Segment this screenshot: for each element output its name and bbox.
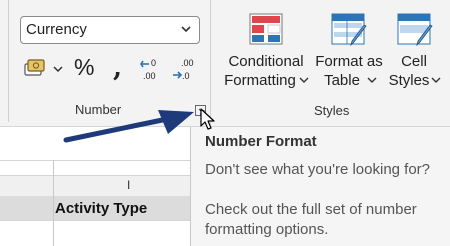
comma-style-button[interactable]: , (113, 53, 122, 83)
group-separator (210, 0, 211, 125)
mouse-cursor-icon (200, 108, 215, 130)
increase-decimal-icon: 0 .00 (140, 58, 156, 81)
tooltip-description-line-1: Check out the full set of number (205, 201, 417, 218)
conditional-formatting-label-1: Conditional (228, 53, 304, 70)
tooltip-description-line-2: formatting options. (205, 221, 329, 238)
svg-text:.00: .00 (181, 58, 194, 68)
svg-text:.0: .0 (182, 71, 190, 81)
format-as-table-button[interactable]: Format as Table (314, 8, 384, 92)
format-as-table-label-2: Table (324, 72, 360, 89)
styles-group-label: Styles (314, 103, 350, 118)
decrease-decimal-button[interactable]: .00 .0 (172, 55, 198, 83)
conditional-formatting-icon (249, 13, 283, 45)
chevron-down-icon (367, 77, 377, 83)
format-as-table-label-1: Format as (315, 53, 383, 70)
grid-line (0, 160, 190, 161)
chevron-down-icon (299, 77, 309, 83)
chevron-down-icon (181, 26, 191, 33)
conditional-formatting-button[interactable]: Conditional Formatting (220, 8, 312, 92)
svg-text:.00: .00 (143, 71, 156, 81)
increase-decimal-button[interactable]: 0 .00 (140, 55, 166, 83)
format-as-table-icon (331, 13, 367, 47)
percent-style-button[interactable]: % (74, 54, 94, 81)
tooltip-question: Don't see what you're looking for? (205, 161, 431, 178)
column-header-i[interactable]: I (127, 178, 130, 192)
decrease-decimal-icon: .00 .0 (173, 58, 194, 81)
grid-line (0, 220, 190, 221)
chevron-down-icon (431, 77, 441, 83)
number-format-select[interactable]: Currency (20, 16, 200, 44)
column-divider (53, 160, 54, 246)
number-format-value: Currency (26, 21, 87, 38)
accounting-format-button[interactable] (22, 55, 66, 83)
svg-text:0: 0 (151, 58, 156, 68)
conditional-formatting-label-2: Formatting (224, 72, 296, 89)
group-separator (8, 0, 9, 122)
cell-styles-icon (397, 13, 433, 47)
pointer-arrow-icon (63, 110, 194, 143)
tooltip-title: Number Format (205, 133, 317, 150)
activity-type-cell[interactable]: Activity Type (55, 200, 147, 217)
cell-styles-button[interactable]: Cell Styles (386, 8, 446, 92)
cell-styles-label-1: Cell (401, 53, 427, 70)
accounting-format-icon (24, 59, 63, 76)
column-header-row (0, 175, 190, 197)
cell-styles-label-2: Styles (388, 72, 430, 89)
